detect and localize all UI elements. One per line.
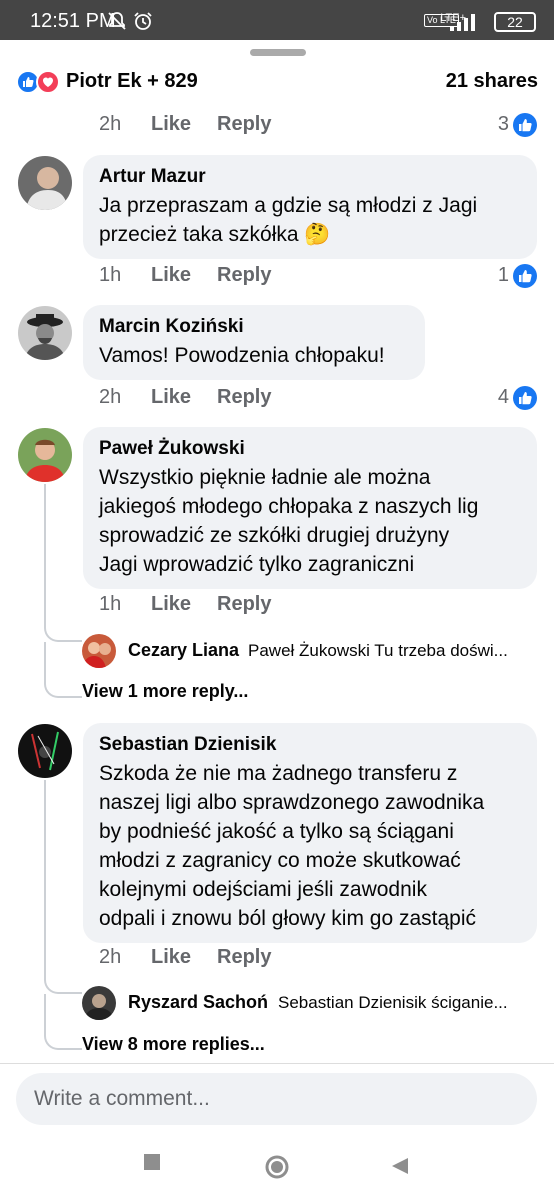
comment-meta: 1h Like Reply 1 bbox=[99, 264, 537, 290]
status-time: 12:51 PM bbox=[30, 10, 116, 32]
alarm-icon bbox=[134, 12, 152, 30]
reply-button[interactable]: Reply bbox=[217, 264, 271, 287]
thread-line bbox=[44, 484, 46, 624]
like-count[interactable]: 3 bbox=[498, 113, 509, 136]
love-icon bbox=[36, 70, 60, 94]
reply-preview[interactable]: Cezary Liana Paweł Żukowski Tu trzeba do… bbox=[82, 634, 542, 670]
thread-connector bbox=[44, 976, 82, 994]
thread-connector bbox=[44, 1032, 82, 1050]
shares-count[interactable]: 21 shares bbox=[446, 70, 538, 93]
comment-author[interactable]: Paweł Żukowski bbox=[99, 437, 521, 461]
comment-bubble[interactable]: Artur Mazur Ja przepraszam a gdzie są mł… bbox=[83, 155, 537, 259]
comment-time: 2h bbox=[99, 386, 122, 408]
avatar[interactable] bbox=[18, 306, 72, 360]
comment-meta: 1h Like Reply bbox=[99, 593, 537, 619]
comment-time: 1h bbox=[99, 593, 122, 615]
comment-meta: 2h Like Reply 3 bbox=[99, 113, 537, 139]
reaction-icons bbox=[16, 70, 64, 94]
thread-line bbox=[44, 994, 46, 1034]
reply-button[interactable]: Reply bbox=[217, 946, 271, 969]
reply-button[interactable]: Reply bbox=[217, 593, 271, 616]
like-button[interactable]: Like bbox=[151, 593, 191, 616]
reply-button[interactable]: Reply bbox=[217, 113, 271, 136]
comment-text: Vamos! Powodzenia chłopaku! bbox=[99, 344, 385, 367]
like-icon bbox=[513, 113, 537, 137]
comment-author[interactable]: Marcin Koziński bbox=[99, 315, 409, 339]
comment-text: Szkoda że nie ma żadnego transferu z nas… bbox=[99, 762, 485, 930]
thread-connector bbox=[44, 624, 82, 642]
comment-time: 1h bbox=[99, 264, 122, 286]
like-button[interactable]: Like bbox=[151, 113, 191, 136]
reactions-summary[interactable]: Piotr Ek + 829 21 shares bbox=[16, 68, 538, 96]
recent-apps-icon[interactable] bbox=[142, 1152, 162, 1172]
avatar[interactable] bbox=[18, 724, 72, 778]
comment-text: Ja przepraszam a gdzie są młodzi z Jagi … bbox=[99, 194, 478, 246]
thread-connector bbox=[44, 680, 82, 698]
comment-composer: Write a comment... bbox=[0, 1063, 554, 1143]
comment-text: Wszystkio pięknie ładnie ale można jakie… bbox=[99, 466, 479, 576]
comment-author[interactable]: Artur Mazur bbox=[99, 165, 521, 189]
reply-author[interactable]: Ryszard Sachoń bbox=[128, 992, 268, 1013]
status-bar: 12:51 PM Vo LTE LTE+ 22 bbox=[0, 0, 554, 40]
avatar[interactable] bbox=[82, 634, 116, 668]
like-icon bbox=[513, 386, 537, 410]
notifications-off-icon bbox=[108, 12, 126, 30]
battery-level: 22 bbox=[507, 14, 523, 30]
like-button[interactable]: Like bbox=[151, 386, 191, 409]
reactors-label[interactable]: Piotr Ek + 829 bbox=[66, 70, 198, 93]
thread-line bbox=[44, 642, 46, 682]
comment-time: 2h bbox=[99, 113, 122, 135]
view-more-replies-button[interactable]: View 8 more replies... bbox=[82, 1034, 265, 1055]
battery-icon: 22 bbox=[494, 12, 536, 32]
comment-meta: 2h Like Reply bbox=[99, 946, 537, 972]
comment-bubble[interactable]: Marcin Koziński Vamos! Powodzenia chłopa… bbox=[83, 305, 425, 380]
comment-bubble[interactable]: Paweł Żukowski Wszystkio pięknie ładnie … bbox=[83, 427, 537, 589]
like-button[interactable]: Like bbox=[151, 264, 191, 287]
reply-preview[interactable]: Ryszard Sachoń Sebastian Dzienisik ściga… bbox=[82, 986, 542, 1022]
reply-button[interactable]: Reply bbox=[217, 386, 271, 409]
avatar[interactable] bbox=[82, 986, 116, 1020]
thread-line bbox=[44, 780, 46, 976]
signal-icon bbox=[450, 14, 475, 31]
comment-input-placeholder: Write a comment... bbox=[34, 1087, 210, 1110]
comment-bubble[interactable]: Sebastian Dzienisik Szkoda że nie ma żad… bbox=[83, 723, 537, 943]
back-icon[interactable] bbox=[390, 1156, 410, 1176]
like-count[interactable]: 4 bbox=[498, 386, 509, 409]
reply-text: Paweł Żukowski Tu trzeba doświ... bbox=[248, 641, 508, 660]
comment-input[interactable]: Write a comment... bbox=[16, 1073, 537, 1125]
home-icon[interactable] bbox=[264, 1154, 290, 1180]
view-more-replies-button[interactable]: View 1 more reply... bbox=[82, 681, 248, 702]
system-nav-bar bbox=[0, 1134, 554, 1200]
drag-handle[interactable] bbox=[250, 49, 306, 56]
comment-author[interactable]: Sebastian Dzienisik bbox=[99, 733, 521, 757]
avatar[interactable] bbox=[18, 156, 72, 210]
reply-author[interactable]: Cezary Liana bbox=[128, 640, 239, 661]
reply-text: Sebastian Dzienisik ściganie... bbox=[278, 993, 508, 1012]
like-icon bbox=[513, 264, 537, 288]
avatar[interactable] bbox=[18, 428, 72, 482]
comment-time: 2h bbox=[99, 946, 122, 968]
comment-meta: 2h Like Reply 4 bbox=[99, 386, 537, 412]
like-button[interactable]: Like bbox=[151, 946, 191, 969]
like-count[interactable]: 1 bbox=[498, 264, 509, 287]
